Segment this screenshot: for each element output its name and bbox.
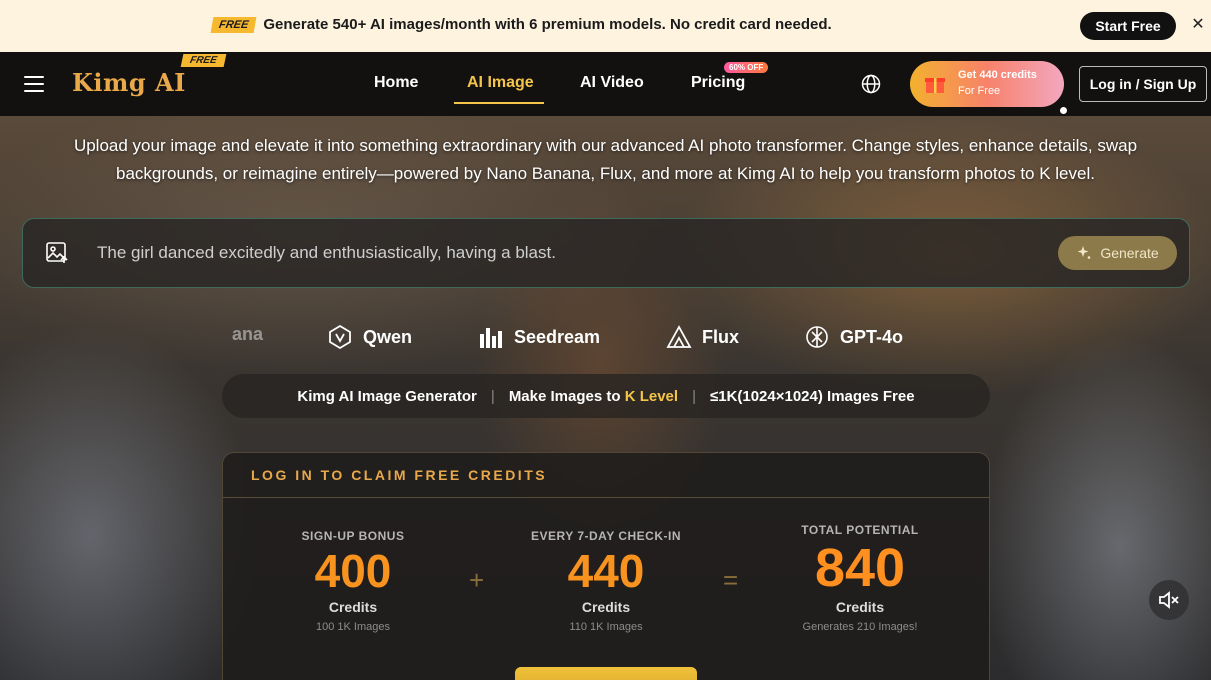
logo-free-badge: FREE: [180, 54, 227, 67]
signup-bonus-stat: SIGN-UP BONUS 400 Credits 100 1K Images: [253, 529, 453, 633]
prompt-box[interactable]: The girl danced excitedly and enthusiast…: [22, 218, 1190, 288]
stat-unit: Credits: [328, 599, 378, 615]
stat-label: SIGN-UP BONUS: [301, 529, 405, 543]
promo-free-tag: FREE: [210, 16, 257, 33]
top-nav: Kimg AI FREE Home AI Image AI Video Pric…: [0, 52, 1211, 116]
nav-ai-video[interactable]: AI Video: [580, 74, 644, 92]
separator: |: [490, 387, 495, 405]
image-upload-icon[interactable]: [45, 241, 69, 265]
login-signup-button[interactable]: Log in / Sign Up: [1079, 66, 1207, 102]
model-nano-banana[interactable]: ana: [232, 324, 263, 345]
claim-button[interactable]: [515, 667, 697, 680]
mute-button[interactable]: [1149, 580, 1189, 620]
qwen-icon: [329, 324, 351, 350]
promo-text: Generate 540+ AI images/month with 6 pre…: [263, 16, 832, 33]
close-icon[interactable]: ✕: [1190, 17, 1206, 33]
sparkle-icon: [1077, 246, 1091, 259]
feature-free-images: ≤1K(1024×1024) Images Free: [709, 387, 915, 405]
generate-button[interactable]: Generate: [1058, 236, 1177, 270]
checkin-stat: EVERY 7-DAY CHECK-IN 440 Credits 110 1K …: [506, 529, 706, 633]
model-carousel: ana Qwen Seedream Flux GPT-4o: [0, 318, 1211, 352]
k-level-prefix: Make Images to: [508, 387, 621, 405]
claim-credits-card: LOG IN TO CLAIM FREE CREDITS SIGN-UP BON…: [222, 452, 990, 680]
stat-value: 840: [814, 538, 906, 598]
feature-pill: Kimg AI Image Generator | Make Images to…: [222, 374, 990, 418]
feature-generator: Kimg AI Image Generator: [297, 387, 477, 405]
equals-sign: =: [723, 565, 739, 595]
promo-banner: FREE Generate 540+ AI images/month with …: [0, 0, 1211, 52]
hero-description: Upload your image and elevate it into so…: [73, 136, 1138, 183]
model-label: ana: [232, 324, 264, 344]
model-flux[interactable]: Flux: [666, 324, 739, 350]
stat-label: EVERY 7-DAY CHECK-IN: [530, 529, 682, 543]
promo-content: FREE Generate 540+ AI images/month with …: [210, 16, 832, 33]
credits-promo-line2: For Free: [958, 85, 1001, 97]
nav-home[interactable]: Home: [374, 74, 418, 92]
model-label: Qwen: [363, 326, 413, 347]
model-label: Flux: [702, 326, 740, 347]
muted-speaker-icon: [1159, 591, 1179, 609]
credits-promo-line1: Get 440 credits: [958, 69, 1037, 81]
total-potential-stat: TOTAL POTENTIAL 840 Credits Generates 21…: [760, 523, 960, 633]
stat-label: TOTAL POTENTIAL: [801, 523, 919, 537]
stat-sub: Generates 210 Images!: [802, 621, 918, 633]
stat-value: 440: [567, 545, 645, 597]
generate-label: Generate: [1100, 245, 1159, 261]
get-credits-button[interactable]: Get 440 credits For Free: [910, 61, 1064, 107]
menu-icon[interactable]: [24, 76, 44, 92]
divider: [223, 497, 989, 498]
model-qwen[interactable]: Qwen: [327, 324, 412, 350]
plus-sign: +: [469, 565, 485, 595]
feature-k-level: Make Images to K Level: [509, 388, 678, 405]
flux-icon: [666, 325, 692, 348]
nav-ai-image[interactable]: AI Image: [467, 74, 534, 92]
gift-icon: [925, 78, 945, 93]
stat-value: 400: [314, 545, 392, 597]
openai-icon: [806, 326, 828, 348]
prompt-input[interactable]: The girl danced excitedly and enthusiast…: [97, 243, 556, 263]
model-gpt-4o[interactable]: GPT-4o: [804, 324, 903, 350]
k-level-highlight: K Level: [624, 387, 679, 405]
seedream-icon: [480, 328, 502, 348]
model-seedream[interactable]: Seedream: [478, 324, 600, 350]
separator: |: [692, 387, 696, 405]
active-tab-indicator: [454, 102, 544, 104]
start-free-button[interactable]: Start Free: [1080, 12, 1176, 40]
logo[interactable]: Kimg AI: [72, 68, 186, 97]
model-label: Seedream: [514, 326, 601, 347]
stat-unit: Credits: [835, 599, 885, 615]
hero-section: Upload your image and elevate it into so…: [0, 116, 1211, 680]
stat-sub: 110 1K Images: [569, 621, 643, 633]
nav-pricing[interactable]: Pricing: [691, 74, 745, 92]
pricing-discount-badge: 60% OFF: [724, 62, 769, 73]
notification-dot: [1060, 107, 1067, 114]
stat-sub: 100 1K Images: [316, 621, 390, 633]
model-label: GPT-4o: [840, 326, 904, 347]
stat-unit: Credits: [581, 599, 631, 615]
claim-title: LOG IN TO CLAIM FREE CREDITS: [251, 467, 548, 483]
globe-icon[interactable]: [861, 74, 881, 94]
